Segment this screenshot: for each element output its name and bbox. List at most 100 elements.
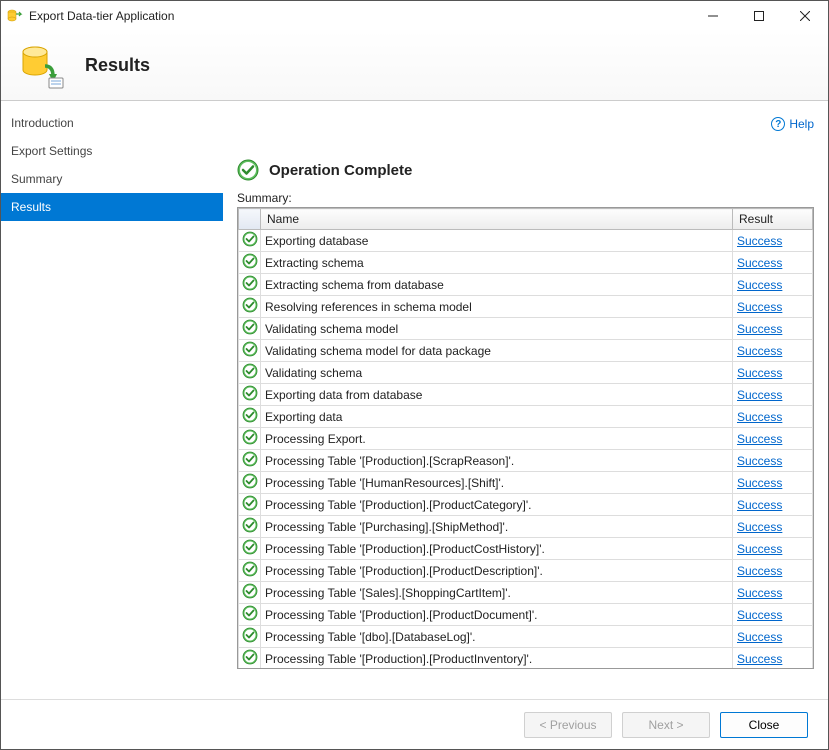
result-link[interactable]: Success <box>737 344 782 358</box>
result-cell: Success <box>733 252 813 274</box>
table-row[interactable]: Validating schema model for data package… <box>239 340 813 362</box>
operation-name: Extracting schema from database <box>261 274 733 296</box>
result-link[interactable]: Success <box>737 542 782 556</box>
table-row[interactable]: Processing Table '[Production].[ProductI… <box>239 648 813 669</box>
titlebar[interactable]: Export Data-tier Application <box>1 1 828 31</box>
result-link[interactable]: Success <box>737 652 782 666</box>
result-cell: Success <box>733 560 813 582</box>
table-row[interactable]: Processing Table '[Production].[ProductD… <box>239 604 813 626</box>
operation-name: Processing Table '[Production].[ScrapRea… <box>261 450 733 472</box>
sidebar-item-summary[interactable]: Summary <box>1 165 223 193</box>
minimize-button[interactable] <box>690 1 736 31</box>
success-icon <box>239 538 261 560</box>
sidebar-item-export-settings[interactable]: Export Settings <box>1 137 223 165</box>
result-link[interactable]: Success <box>737 586 782 600</box>
sidebar-item-introduction[interactable]: Introduction <box>1 109 223 137</box>
result-link[interactable]: Success <box>737 520 782 534</box>
operation-name: Processing Export. <box>261 428 733 450</box>
table-row[interactable]: Validating schema Success <box>239 362 813 384</box>
wizard-content: ? Help Operation Complete Summary: <box>223 101 828 699</box>
help-link[interactable]: ? Help <box>771 117 814 131</box>
summary-grid-scroller[interactable]: Name Result Exporting databaseSuccessExt… <box>238 208 813 668</box>
result-link[interactable]: Success <box>737 564 782 578</box>
result-link[interactable]: Success <box>737 278 782 292</box>
result-cell: Success <box>733 604 813 626</box>
success-icon <box>239 296 261 318</box>
operation-name: Processing Table '[Sales].[ShoppingCartI… <box>261 582 733 604</box>
success-icon <box>239 274 261 296</box>
operation-name: Extracting schema <box>261 252 733 274</box>
table-row[interactable]: Processing Export. Success <box>239 428 813 450</box>
table-row[interactable]: Processing Table '[Production].[ProductC… <box>239 538 813 560</box>
result-link[interactable]: Success <box>737 366 782 380</box>
result-link[interactable]: Success <box>737 388 782 402</box>
result-link[interactable]: Success <box>737 234 782 248</box>
table-row[interactable]: Processing Table '[Sales].[ShoppingCartI… <box>239 582 813 604</box>
result-cell: Success <box>733 230 813 252</box>
result-link[interactable]: Success <box>737 322 782 336</box>
table-row[interactable]: Extracting schema Success <box>239 252 813 274</box>
success-icon <box>239 406 261 428</box>
table-row[interactable]: Processing Table '[Purchasing].[ShipMeth… <box>239 516 813 538</box>
operation-name: Validating schema model <box>261 318 733 340</box>
result-cell: Success <box>733 450 813 472</box>
result-link[interactable]: Success <box>737 476 782 490</box>
operation-name: Processing Table '[Production].[ProductC… <box>261 538 733 560</box>
operation-name: Exporting data from database <box>261 384 733 406</box>
table-row[interactable]: Processing Table '[Production].[ScrapRea… <box>239 450 813 472</box>
result-cell: Success <box>733 428 813 450</box>
operation-name: Resolving references in schema model <box>261 296 733 318</box>
success-icon <box>239 362 261 384</box>
table-row[interactable]: Exporting dataSuccess <box>239 406 813 428</box>
summary-grid: Name Result Exporting databaseSuccessExt… <box>237 207 814 669</box>
success-icon <box>239 384 261 406</box>
close-button[interactable]: Close <box>720 712 808 738</box>
success-icon <box>239 230 261 252</box>
result-link[interactable]: Success <box>737 498 782 512</box>
table-row[interactable]: Exporting databaseSuccess <box>239 230 813 252</box>
result-link[interactable]: Success <box>737 410 782 424</box>
maximize-button[interactable] <box>736 1 782 31</box>
success-icon <box>239 318 261 340</box>
success-icon <box>239 340 261 362</box>
result-cell: Success <box>733 384 813 406</box>
result-link[interactable]: Success <box>737 256 782 270</box>
table-row[interactable]: Validating schema model Success <box>239 318 813 340</box>
result-cell: Success <box>733 516 813 538</box>
table-row[interactable]: Resolving references in schema model Succ… <box>239 296 813 318</box>
result-cell: Success <box>733 318 813 340</box>
column-header-icon[interactable] <box>239 209 261 230</box>
app-icon <box>7 8 23 24</box>
table-row[interactable]: Processing Table '[HumanResources].[Shif… <box>239 472 813 494</box>
operation-name: Validating schema model for data package <box>261 340 733 362</box>
sidebar-item-results[interactable]: Results <box>1 193 223 221</box>
result-cell: Success <box>733 296 813 318</box>
result-cell: Success <box>733 538 813 560</box>
result-cell: Success <box>733 494 813 516</box>
success-icon <box>239 516 261 538</box>
result-link[interactable]: Success <box>737 630 782 644</box>
operation-name: Validating schema <box>261 362 733 384</box>
table-row[interactable]: Processing Table '[dbo].[DatabaseLog]'.S… <box>239 626 813 648</box>
table-row[interactable]: Exporting data from database Success <box>239 384 813 406</box>
success-icon <box>239 648 261 669</box>
table-header-row: Name Result <box>239 209 813 230</box>
table-row[interactable]: Extracting schema from database Success <box>239 274 813 296</box>
result-link[interactable]: Success <box>737 300 782 314</box>
table-row[interactable]: Processing Table '[Production].[ProductC… <box>239 494 813 516</box>
column-header-name[interactable]: Name <box>261 209 733 230</box>
close-window-button[interactable] <box>782 1 828 31</box>
result-link[interactable]: Success <box>737 432 782 446</box>
column-header-result[interactable]: Result <box>733 209 813 230</box>
result-link[interactable]: Success <box>737 608 782 622</box>
operation-name: Processing Table '[Production].[ProductI… <box>261 648 733 669</box>
result-cell: Success <box>733 340 813 362</box>
table-row[interactable]: Processing Table '[Production].[ProductD… <box>239 560 813 582</box>
operation-name: Processing Table '[Production].[ProductC… <box>261 494 733 516</box>
next-button: Next > <box>622 712 710 738</box>
page-title: Results <box>85 55 150 76</box>
success-icon <box>239 604 261 626</box>
operation-name: Processing Table '[Production].[ProductD… <box>261 560 733 582</box>
result-link[interactable]: Success <box>737 454 782 468</box>
result-cell: Success <box>733 626 813 648</box>
